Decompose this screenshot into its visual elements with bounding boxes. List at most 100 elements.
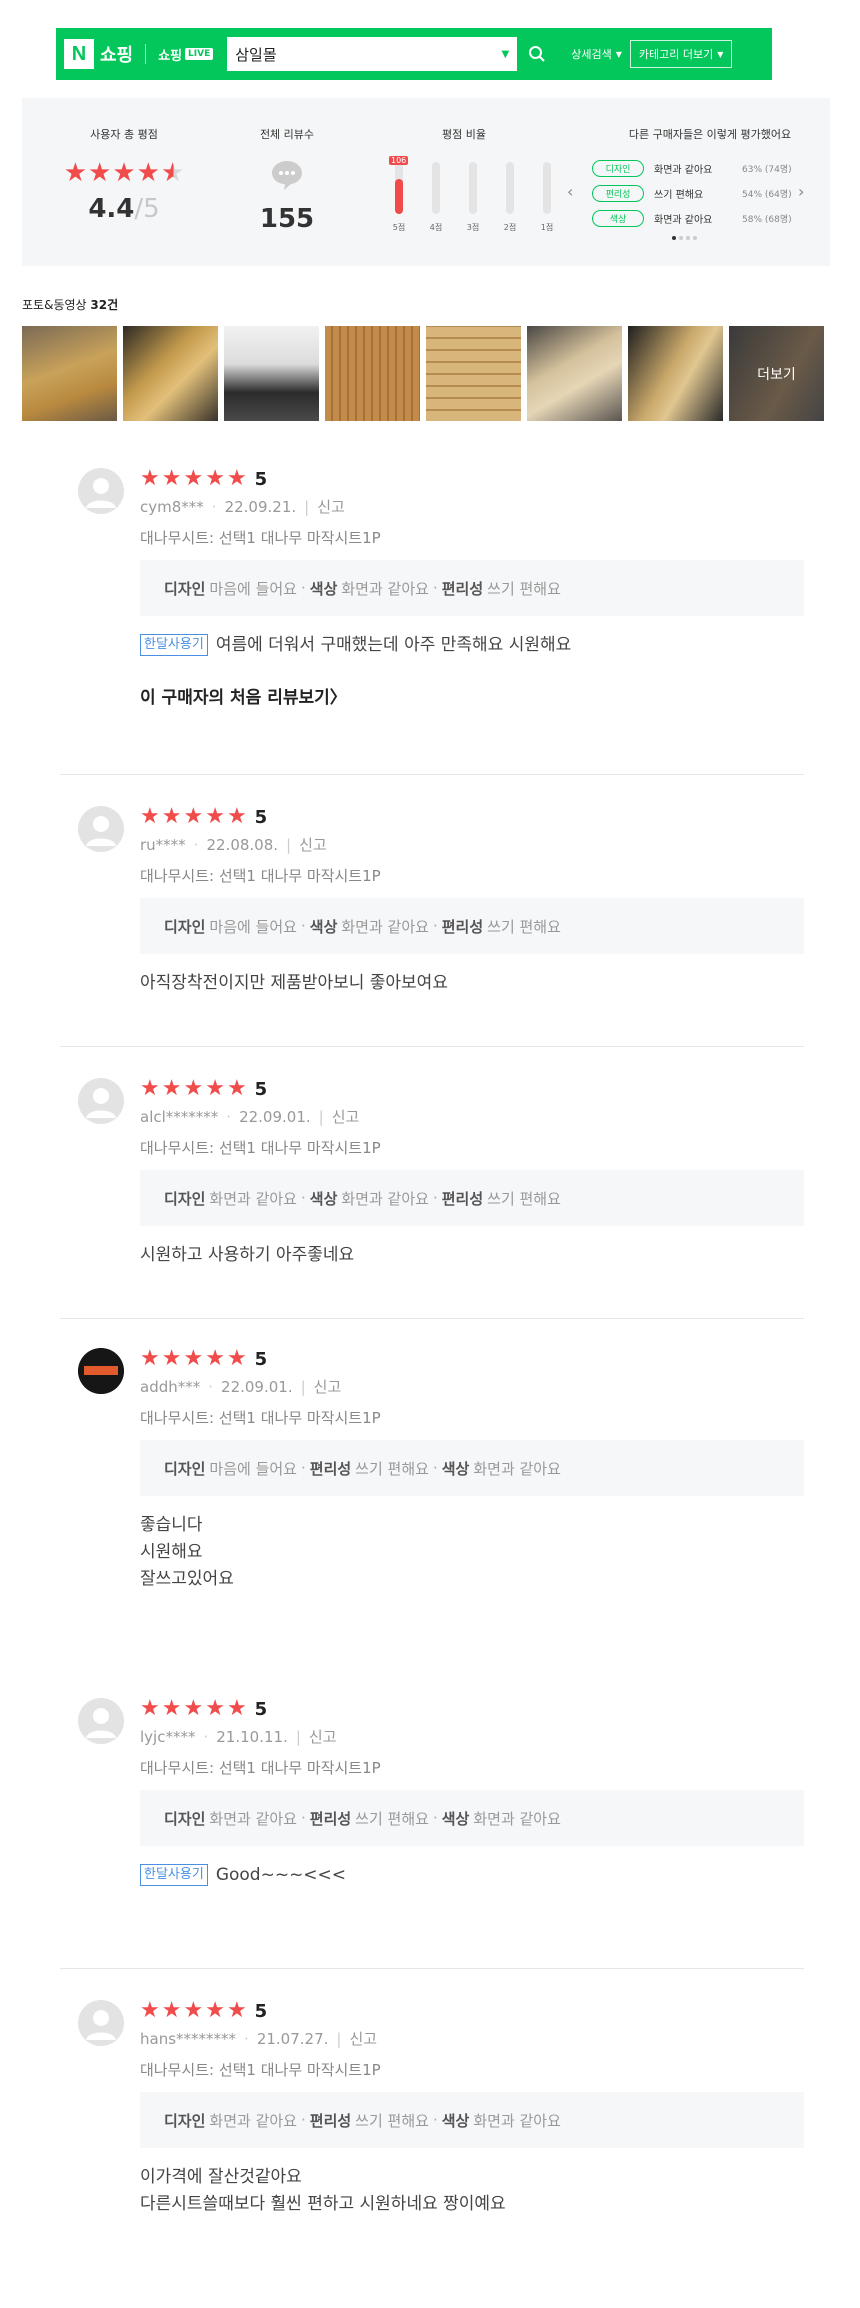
eval-key: 편리성 [309,1809,352,1828]
reviewer-id: lyjc**** [140,1727,196,1746]
shopping-live-link[interactable]: 쇼핑 [158,45,182,64]
star-icon: ★ [205,466,225,491]
review-eval-box: 디자인 화면과 같아요 · 편리성 쓰기 편해요 · 색상 화면과 같아요 [140,2092,804,2148]
eval-category-tag: 색상 [592,210,644,227]
review-content: 아직장착전이지만 제품받아보니 좋아보여요 [140,973,448,993]
review-date: 21.10.11. [216,1727,288,1746]
naver-logo[interactable]: N [64,39,94,69]
report-link[interactable]: 신고 [314,1376,342,1397]
review-content: 시원하고 사용하기 아주좋네요 [140,1245,355,1265]
avatar [78,1698,124,1744]
eval-value: 화면과 같아요 [473,1459,561,1478]
prev-arrow-icon[interactable]: ‹ [567,182,573,201]
next-arrow-icon[interactable]: › [798,182,804,201]
channel-avatar-icon [78,1348,124,1394]
search-input[interactable] [235,45,502,63]
eval-value: 화면과 같아요 [473,2111,561,2130]
review-body: ★ ★ ★ ★ ★ 5 ru**** · 22.08.08. | 신고 대나무시트: 선택1 대나무 … [140,806,804,997]
search-button[interactable] [517,37,557,71]
review-content: 여름에 더워서 구매했는데 아주 만족해요 시원해요 [215,635,572,655]
photos-more-button[interactable]: 더보기 [729,326,824,421]
month-use-tag: 한달사용기 [140,1864,208,1886]
review-photo[interactable] [527,326,622,421]
reviewer-id: hans******** [140,2029,237,2048]
speech-bubble-icon [272,161,302,190]
review-body: ★ ★ ★ ★ ★ 5 hans******** · 21.07.27. | 신고 대나무시트: 선택… [140,2000,804,2218]
review-eval-box: 디자인 마음에 들어요 · 색상 화면과 같아요 · 편리성 쓰기 편해요 [140,898,804,954]
review-text: 시원하고 사용하기 아주좋네요 [140,1242,804,1269]
report-link[interactable]: 신고 [317,496,345,517]
report-link[interactable]: 신고 [299,834,327,855]
rating-stars: ★ ★ ★ ★ ★ [44,160,204,186]
eval-value: 화면과 같아요 [341,1189,429,1208]
review-photo[interactable] [628,326,723,421]
page-dot[interactable] [693,236,697,240]
search-dropdown-icon[interactable]: ▼ [502,49,510,60]
eval-value: 쓰기 편해요 [487,917,561,936]
eval-text: 쓰기 편해요 [654,190,704,201]
star-icon: ★ [161,1076,182,1101]
buyer-eval-title: 다른 구매자들은 이렇게 평가했어요 [628,128,792,141]
star-icon: ★ [161,1696,182,1721]
average-value: 4.4 [88,194,135,224]
review-body: ★ ★ ★ ★ ★ 5 addh*** · 22.09.01. | 신고 대나무시트: 선택1 대나무… [140,1348,804,1593]
review-date: 22.09.01. [221,1377,293,1396]
shopping-label[interactable]: 쇼핑 [100,41,133,67]
meta-divider: | [295,1727,301,1746]
review-stars: ★ ★ ★ ★ ★ 5 [140,1348,804,1370]
meta-divider: | [336,2029,342,2048]
user-rating-section: 사용자 총 평점 ★ ★ ★ ★ ★ 4.4/5 [44,98,204,224]
star-icon: ★ [112,158,136,188]
avatar [78,1348,124,1394]
report-link[interactable]: 신고 [309,1726,337,1747]
default-user-icon [78,1078,124,1124]
buyer-eval-row: 색상 화면과 같아요 58% (68명) [592,210,792,227]
review-line: 이가격에 잘산것같아요 [140,2167,302,2187]
ratio-bar-column: 3점 [464,162,482,233]
eval-value: 쓰기 편해요 [355,2111,429,2130]
review-text: 이가격에 잘산것같아요 다른시트쓸때보다 훨씬 편하고 시원하네요 짱이예요 [140,2164,804,2218]
header-divider [145,44,147,64]
report-link[interactable]: 신고 [349,2028,377,2049]
eval-key: 디자인 [164,1809,206,1828]
more-category-button[interactable]: 카테고리 더보기 ▼ [629,40,733,68]
reviewer-id: ru**** [140,835,186,854]
star-icon: ★ [140,1076,160,1101]
star-icon: ★ [205,1696,225,1721]
review-eval-box: 디자인 마음에 들어요 · 색상 화면과 같아요 · 편리성 쓰기 편해요 [140,560,804,616]
detail-search-button[interactable]: 상세검색 ▼ [571,46,622,62]
star-icon: ★ [161,466,182,491]
purchase-option: 대나무시트: 선택1 대나무 마작시트1P [140,1759,381,1777]
star-icon: ★ [183,1696,204,1721]
page-dot[interactable] [686,236,690,240]
eval-key: 편리성 [309,2111,352,2130]
review-date: 22.09.21. [224,497,297,516]
avatar [78,1078,124,1124]
ratio-bar-label: 1점 [540,223,554,232]
meta-dot: · [226,1107,232,1126]
eval-key: 디자인 [164,1459,206,1478]
rating-ratio-bars: 106 5점 4점 3점 2점 1점 [389,156,556,233]
review-divider [60,1968,804,1969]
page-dot[interactable] [679,236,683,240]
star-icon: ★ [183,1076,204,1101]
eval-separator: · [300,1459,306,1477]
review-divider [60,774,804,775]
review-eval-box: 디자인 마음에 들어요 · 편리성 쓰기 편해요 · 색상 화면과 같아요 [140,1440,804,1496]
review-eval-box: 디자인 화면과 같아요 · 색상 화면과 같아요 · 편리성 쓰기 편해요 [140,1170,804,1226]
first-review-link[interactable]: 이 구매자의 처음 리뷰보기〉 [140,683,804,708]
report-link[interactable]: 신고 [332,1106,360,1127]
review-photo[interactable] [123,326,218,421]
ratio-bar [432,162,440,214]
review-photo[interactable] [325,326,420,421]
pagination-dots [672,236,697,240]
review-line: 좋습니다 [140,1515,203,1535]
review-photo[interactable] [22,326,117,421]
ratio-bar: 106 [389,156,409,214]
user-rating-title: 사용자 총 평점 [90,128,158,141]
eval-value: 화면과 같아요 [209,1189,297,1208]
review-photo[interactable] [224,326,319,421]
review-text: 아직장착전이지만 제품받아보니 좋아보여요 [140,970,804,997]
page-dot[interactable] [672,236,676,240]
review-photo[interactable] [426,326,521,421]
